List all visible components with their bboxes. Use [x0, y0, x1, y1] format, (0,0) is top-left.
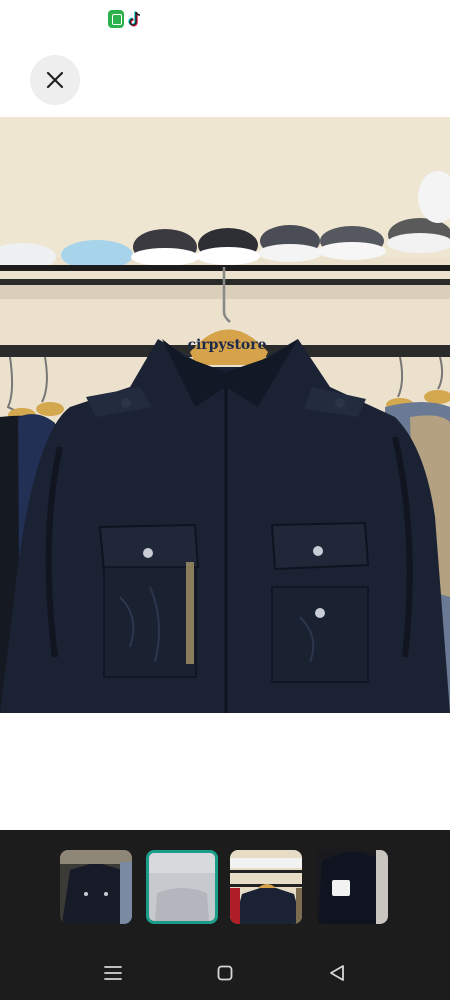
- thumbnail-2-selected[interactable]: [146, 850, 218, 924]
- back-button[interactable]: [322, 959, 352, 987]
- home-icon: [217, 965, 233, 981]
- jacket-thumbnail: [60, 850, 132, 924]
- tiktok-icon: [128, 10, 144, 28]
- home-button[interactable]: [210, 959, 240, 987]
- image-viewer-screen: cirpystore: [0, 0, 450, 1000]
- back-icon: [330, 965, 344, 981]
- thumbnail-3[interactable]: [230, 850, 302, 924]
- blurred-thumbnail: [149, 853, 215, 921]
- jacket-photo[interactable]: cirpystore: [0, 117, 450, 713]
- thumbnail-1[interactable]: [60, 850, 132, 924]
- navigation-bar: [0, 945, 450, 1000]
- green-app-icon: [108, 10, 124, 28]
- close-button[interactable]: [30, 55, 80, 105]
- status-bar: [0, 0, 450, 36]
- hanger-label: cirpystore: [187, 337, 266, 353]
- jacket-with-tag-thumbnail: [316, 850, 388, 924]
- close-icon: [46, 71, 64, 89]
- jacket-on-hanger-thumbnail: [230, 850, 302, 924]
- thumbnail-4[interactable]: [316, 850, 388, 924]
- menu-icon: [104, 966, 122, 980]
- recent-apps-button[interactable]: [98, 959, 128, 987]
- thumbnail-strip: [0, 830, 450, 945]
- notification-icons: [108, 10, 144, 28]
